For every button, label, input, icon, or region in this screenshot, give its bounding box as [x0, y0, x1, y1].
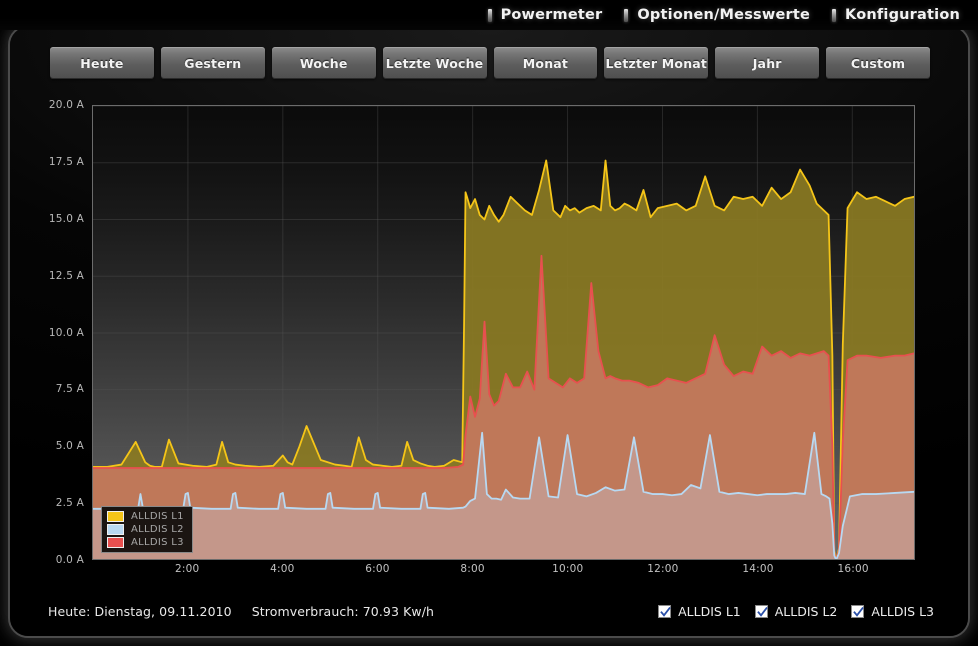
- powermeter-app: Powermeter Optionen/Messwerte Konfigurat…: [0, 0, 978, 646]
- nav-label: Konfiguration: [845, 7, 960, 23]
- checkbox-l3[interactable]: [851, 604, 865, 618]
- checkbox-group-l3[interactable]: ALLDIS L3: [851, 604, 934, 619]
- legend-item-l3: ALLDIS L3: [107, 537, 184, 548]
- check-icon: [853, 606, 865, 617]
- nav-label: Powermeter: [500, 7, 603, 23]
- y-tick-label: 7.5 A: [55, 383, 84, 396]
- nav-item-konfiguration[interactable]: Konfiguration: [832, 7, 960, 23]
- range-button-gestern[interactable]: Gestern: [160, 47, 265, 79]
- checkbox-label-l2: ALLDIS L2: [774, 603, 838, 619]
- bar-bullet-icon: [624, 8, 629, 22]
- x-tick-label: 16:00: [837, 563, 869, 575]
- x-tick-label: 10:00: [552, 563, 584, 575]
- x-tick-label: 8:00: [460, 563, 485, 575]
- range-button-letzter-monat[interactable]: Letzter Monat: [604, 47, 709, 79]
- checkbox-group-l1[interactable]: ALLDIS L1: [658, 604, 741, 619]
- legend-item-l2: ALLDIS L2: [107, 524, 184, 535]
- consumption-text: Stromverbrauch: 70.93 Kw/h: [251, 603, 435, 619]
- bar-bullet-icon: [832, 8, 837, 22]
- legend-item-l1: ALLDIS L1: [107, 511, 184, 522]
- y-axis-labels: 0.0 A 2.5 A 5.0 A 7.5 A 10.0 A 12.5 A 15.0 A 17…: [40, 99, 88, 566]
- checkbox-l2[interactable]: [754, 604, 768, 618]
- main-panel: Heute Gestern Woche Letzte Woche Monat L…: [8, 25, 970, 638]
- y-tick-label: 2.5 A: [55, 497, 84, 510]
- legend-swatch-l1: [107, 511, 124, 522]
- y-tick-label: 12.5 A: [48, 269, 84, 282]
- x-axis-labels: 2:00 4:00 6:00 8:00 10:00 12:00 14:00 16:00: [92, 563, 915, 581]
- range-button-monat[interactable]: Monat: [493, 47, 598, 79]
- today-date-text: Heute: Dienstag, 09.11.2010: [48, 603, 232, 619]
- plot-area[interactable]: ALLDIS L1 ALLDIS L2 ALLDIS L3: [92, 105, 915, 560]
- range-button-custom[interactable]: Custom: [826, 47, 930, 79]
- x-tick-label: 4:00: [270, 563, 295, 575]
- footer-bar: Heute: Dienstag, 09.11.2010 Stromverbrau…: [10, 600, 968, 622]
- checkbox-label-l3: ALLDIS L3: [871, 603, 934, 619]
- range-button-jahr[interactable]: Jahr: [715, 47, 820, 79]
- nav-item-optionen-messwerte[interactable]: Optionen/Messwerte: [624, 7, 810, 23]
- range-button-heute[interactable]: Heute: [50, 47, 154, 79]
- range-button-row: Heute Gestern Woche Letzte Woche Monat L…: [50, 47, 930, 79]
- check-icon: [660, 606, 671, 617]
- bar-bullet-icon: [487, 8, 492, 22]
- chart-legend: ALLDIS L1 ALLDIS L2 ALLDIS L3: [101, 506, 193, 553]
- nav-label: Optionen/Messwerte: [637, 7, 811, 23]
- y-tick-label: 5.0 A: [55, 440, 84, 453]
- legend-label-l2: ALLDIS L2: [131, 524, 184, 535]
- chart-svg: [93, 106, 914, 559]
- x-tick-label: 2:00: [174, 563, 200, 575]
- legend-label-l1: ALLDIS L1: [131, 511, 184, 522]
- y-tick-label: 10.0 A: [48, 326, 84, 339]
- chart-container: 0.0 A 2.5 A 5.0 A 7.5 A 10.0 A 12.5 A 15.0 A 17…: [40, 97, 940, 592]
- checkbox-l1[interactable]: [658, 604, 672, 618]
- top-navigation: Powermeter Optionen/Messwerte Konfigurat…: [0, 0, 978, 30]
- y-tick-label: 0.0 A: [55, 554, 84, 566]
- legend-swatch-l3: [107, 537, 124, 548]
- range-button-woche[interactable]: Woche: [271, 47, 376, 79]
- legend-swatch-l2: [107, 524, 124, 535]
- check-icon: [756, 606, 768, 617]
- legend-label-l3: ALLDIS L3: [131, 537, 184, 548]
- range-button-letzte-woche[interactable]: Letzte Woche: [382, 47, 487, 79]
- checkbox-group-l2[interactable]: ALLDIS L2: [754, 603, 838, 619]
- x-tick-label: 6:00: [365, 563, 390, 575]
- y-tick-label: 17.5 A: [48, 155, 84, 168]
- nav-item-powermeter[interactable]: Powermeter: [487, 7, 603, 23]
- checkbox-label-l1: ALLDIS L1: [678, 603, 741, 619]
- y-tick-label: 20.0 A: [48, 99, 84, 111]
- y-tick-label: 15.0 A: [48, 212, 84, 225]
- x-tick-label: 12:00: [647, 563, 679, 575]
- x-tick-label: 14:00: [742, 563, 774, 575]
